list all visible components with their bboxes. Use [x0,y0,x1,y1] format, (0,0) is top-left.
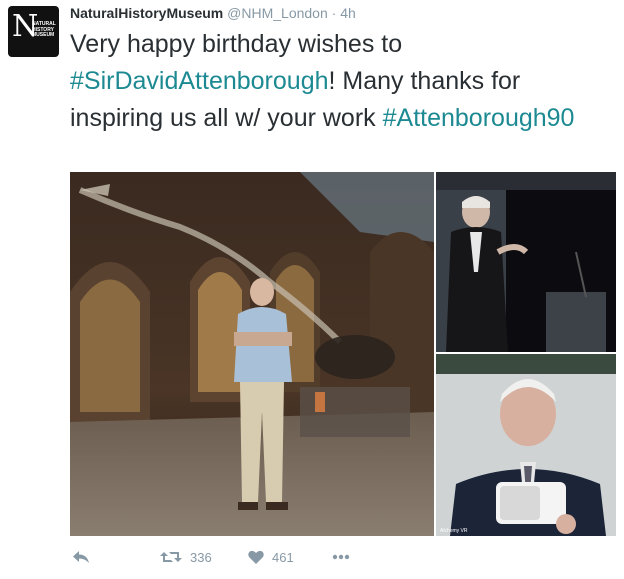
vr-headset-image [436,354,616,536]
museum-hall-image [70,172,434,536]
ellipsis-icon [332,554,350,560]
retweet-button[interactable]: 336 [160,540,212,574]
speaker-image [436,172,616,352]
avatar[interactable]: N NATURAL HISTORY MUSEUM [8,6,59,57]
tweet-actions: 336 461 [70,540,590,574]
heart-icon [248,550,264,564]
user-handle[interactable]: @NHM_London [227,5,328,21]
photo-watermark: Alchemy VR [440,528,468,534]
hashtag-link[interactable]: #Attenborough90 [383,104,575,132]
avatar-letter: N [12,9,39,44]
timestamp[interactable]: 4h [340,5,356,21]
retweet-icon [160,552,182,562]
retweet-count: 336 [190,549,212,565]
tweet-text: Very happy birthday wishes to #SirDavidA… [70,26,610,137]
like-button[interactable]: 461 [248,540,294,574]
photo-vr[interactable]: Alchemy VR [436,354,616,536]
avatar-text-line: MUSEUM [32,32,55,38]
like-count: 461 [272,549,294,565]
display-name[interactable]: NaturalHistoryMuseum [70,5,223,21]
reply-button[interactable] [72,540,90,574]
tweet-text-part1: Very happy birthday wishes to [70,30,403,58]
separator-dot: · [331,5,337,21]
more-button[interactable] [332,540,350,574]
reply-icon [73,551,89,563]
photo-main[interactable] [70,172,434,536]
photo-speaker[interactable] [436,172,616,352]
hashtag-link[interactable]: #SirDavidAttenborough [70,67,329,95]
tweet-header: NaturalHistoryMuseum @NHM_London · 4h [70,2,356,24]
avatar-logo-text: NATURAL HISTORY MUSEUM [32,21,56,39]
